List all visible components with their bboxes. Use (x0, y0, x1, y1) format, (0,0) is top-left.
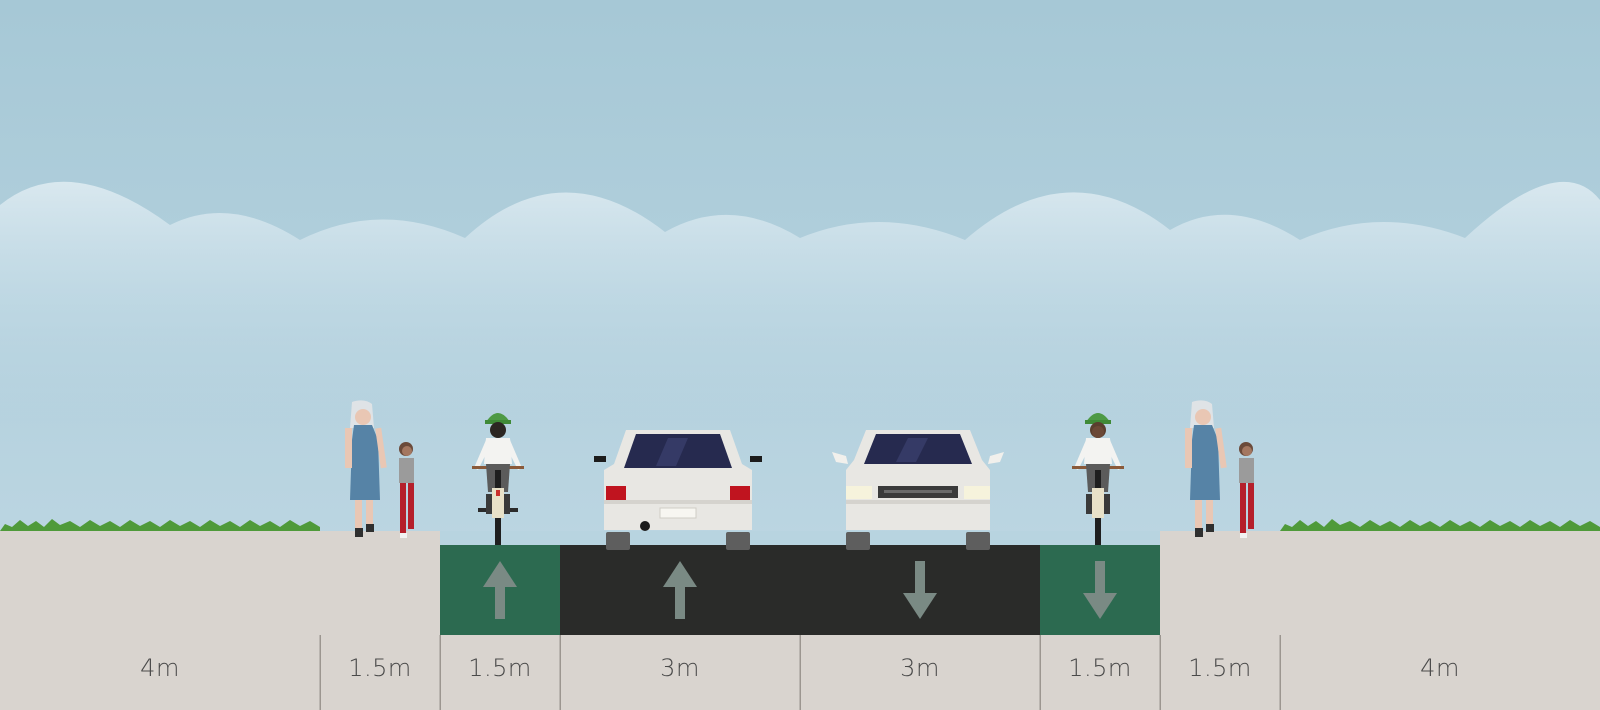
segment-width-label: 1.5m (468, 654, 532, 682)
lane-gap (560, 531, 800, 545)
street-section-diagram (0, 0, 1600, 710)
segment-width-label: 4m (1420, 654, 1460, 682)
segment-width-label: 3m (660, 654, 700, 682)
segment-width-label: 4m (140, 654, 180, 682)
segment-width-label: 1.5m (348, 654, 412, 682)
segment-width-label: 1.5m (1068, 654, 1132, 682)
segment-width-label: 1.5m (1188, 654, 1252, 682)
lane-gap (800, 531, 1040, 545)
segment-width-label: 3m (900, 654, 940, 682)
